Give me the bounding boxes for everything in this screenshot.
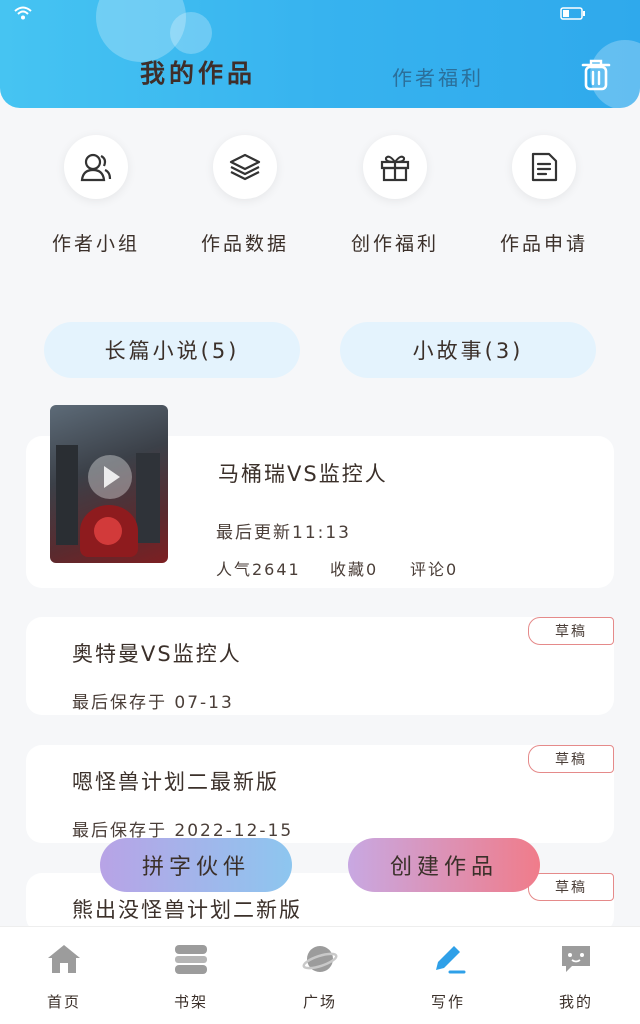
draft-title: 熊出没怪兽计划二新版: [72, 898, 302, 922]
draft-badge: 草稿: [528, 873, 614, 901]
category-short-stories[interactable]: 小故事(3): [340, 322, 596, 378]
play-icon: [88, 455, 132, 499]
draft-badge: 草稿: [528, 617, 614, 645]
gift-icon: [363, 135, 427, 199]
quick-action-label: 作品数据: [200, 233, 289, 255]
quick-action-creation-benefits[interactable]: 创作福利: [325, 135, 465, 256]
bottom-nav: 首页 书架 广场 写作 我的: [0, 926, 640, 1024]
category-long-novels[interactable]: 长篇小说(5): [44, 322, 300, 378]
draft-saved-time: 最后保存于 07-13: [72, 693, 234, 713]
document-icon: [512, 135, 576, 199]
nav-label: 首页: [46, 993, 81, 1011]
nav-mine[interactable]: 我的: [526, 941, 626, 1012]
chat-face-icon: [556, 941, 596, 977]
people-icon: [64, 135, 128, 199]
pen-icon: [428, 941, 468, 977]
quick-action-label: 作者小组: [51, 233, 140, 255]
work-title: 马桶瑞VS监控人: [218, 462, 388, 486]
layers-icon: [213, 135, 277, 199]
quick-action-work-application[interactable]: 作品申请: [474, 135, 614, 256]
quick-action-work-data[interactable]: 作品数据: [175, 135, 315, 256]
work-popularity: 人气2641: [216, 560, 301, 579]
quick-action-label: 创作福利: [350, 233, 439, 255]
draft-badge: 草稿: [528, 745, 614, 773]
draft-title: 嗯怪兽计划二最新版: [72, 770, 279, 794]
word-partner-button[interactable]: 拼字伙伴: [100, 838, 292, 892]
create-work-button[interactable]: 创建作品: [348, 838, 540, 892]
tab-my-works[interactable]: 我的作品: [140, 54, 256, 90]
trash-icon[interactable]: [580, 58, 612, 92]
work-favorites: 收藏0: [330, 560, 379, 579]
nav-writing[interactable]: 写作: [398, 941, 498, 1012]
planet-icon: [300, 941, 340, 977]
nav-label: 广场: [302, 993, 337, 1011]
bookshelf-icon: [171, 941, 211, 977]
nav-square[interactable]: 广场: [270, 941, 370, 1012]
work-comments: 评论0: [410, 560, 459, 579]
quick-action-author-group[interactable]: 作者小组: [26, 135, 166, 256]
nav-home[interactable]: 首页: [14, 941, 114, 1012]
home-icon: [44, 941, 84, 977]
nav-bookshelf[interactable]: 书架: [141, 941, 241, 1012]
tab-author-benefits[interactable]: 作者福利: [392, 62, 484, 91]
wifi-icon: [14, 6, 32, 20]
draft-title: 奥特曼VS监控人: [72, 642, 242, 666]
nav-label: 我的: [558, 993, 593, 1011]
nav-label: 写作: [430, 993, 465, 1011]
work-updated: 最后更新11:13: [216, 523, 351, 543]
work-cover-image[interactable]: [50, 405, 168, 563]
status-bar: [0, 0, 640, 28]
quick-action-label: 作品申请: [499, 233, 588, 255]
nav-label: 书架: [173, 993, 208, 1011]
battery-icon: [560, 7, 585, 20]
